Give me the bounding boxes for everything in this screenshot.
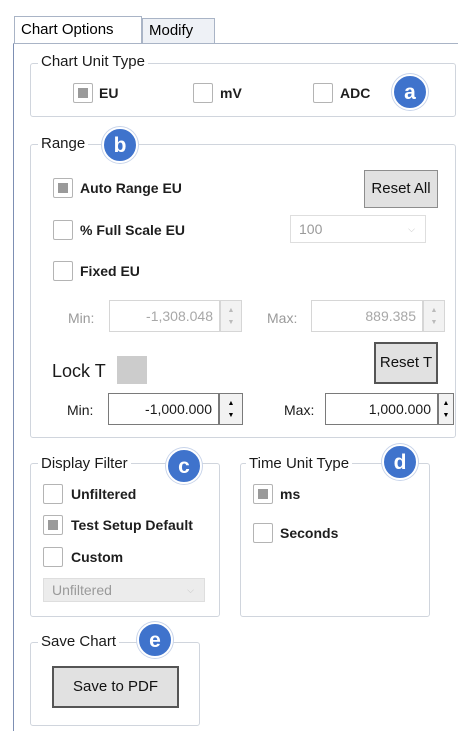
eu-min-spinner[interactable]: ▲ ▼: [220, 300, 242, 332]
time-unit-type-legend: Time Unit Type: [246, 455, 353, 473]
fixed-eu-label: Fixed EU: [80, 263, 140, 279]
tab-chart-options[interactable]: Chart Options: [14, 16, 142, 43]
full-scale-eu-checkbox[interactable]: [53, 220, 73, 240]
full-scale-eu-label: % Full Scale EU: [80, 222, 186, 238]
t-max-spinner[interactable]: ▲ ▼: [438, 393, 454, 425]
eu-label: EU: [99, 85, 119, 101]
callout-badge-b: b: [102, 127, 138, 163]
fixed-eu-checkbox[interactable]: [53, 261, 73, 281]
reset-all-button[interactable]: Reset All: [364, 170, 438, 208]
t-min-spinner[interactable]: ▲ ▼: [219, 393, 243, 425]
eu-max-spinner[interactable]: ▲ ▼: [423, 300, 445, 332]
display-filter-legend: Display Filter: [38, 455, 131, 473]
eu-min-label: Min:: [68, 310, 95, 326]
spin-down-icon: ▼: [430, 319, 438, 326]
test-setup-default-label: Test Setup Default: [71, 517, 193, 533]
auto-range-eu-label: Auto Range EU: [80, 180, 182, 196]
custom-label: Custom: [71, 549, 124, 565]
t-max-label: Max:: [284, 402, 315, 418]
mv-checkbox[interactable]: [193, 83, 213, 103]
eu-min-input[interactable]: -1,308.048: [109, 300, 220, 332]
display-filter-select-value: Unfiltered: [52, 582, 112, 598]
save-to-pdf-button[interactable]: Save to PDF: [52, 666, 179, 708]
adc-label: ADC: [340, 85, 371, 101]
seconds-checkbox[interactable]: [253, 523, 273, 543]
unfiltered-label: Unfiltered: [71, 486, 137, 502]
spin-down-icon: ▼: [227, 319, 235, 326]
callout-badge-e: e: [137, 622, 173, 658]
eu-checkbox[interactable]: [73, 83, 93, 103]
save-chart-legend: Save Chart: [38, 633, 120, 651]
full-scale-select[interactable]: 100 ⌵: [290, 215, 426, 243]
spin-up-icon: ▲: [227, 400, 235, 407]
callout-badge-d: d: [382, 444, 418, 480]
t-min-input[interactable]: -1,000.000: [108, 393, 219, 425]
seconds-label: Seconds: [280, 525, 339, 541]
test-setup-default-checkbox[interactable]: [43, 515, 63, 535]
callout-badge-a: a: [392, 74, 428, 110]
t-max-input[interactable]: 1,000.000: [325, 393, 438, 425]
tab-strip-baseline: [13, 43, 458, 44]
spin-down-icon: ▼: [227, 412, 235, 419]
lock-t-label: Lock T: [52, 361, 106, 381]
auto-range-eu-checkbox[interactable]: [53, 178, 73, 198]
reset-t-button[interactable]: Reset T: [374, 342, 438, 384]
unfiltered-checkbox[interactable]: [43, 484, 63, 504]
tab-modify[interactable]: Modify: [142, 18, 215, 43]
mv-label: mV: [220, 85, 242, 101]
lock-t-toggle[interactable]: [117, 356, 147, 384]
ms-label: ms: [280, 486, 301, 502]
spin-up-icon: ▲: [227, 307, 235, 314]
chart-unit-type-legend: Chart Unit Type: [38, 53, 148, 71]
chevron-down-icon: ⌵: [187, 585, 194, 595]
chevron-down-icon: ⌵: [408, 224, 415, 234]
range-legend: Range: [38, 135, 89, 153]
spin-up-icon: ▲: [442, 400, 450, 407]
eu-max-input[interactable]: 889.385: [311, 300, 423, 332]
callout-badge-c: c: [166, 448, 202, 484]
t-min-label: Min:: [67, 402, 94, 418]
adc-checkbox[interactable]: [313, 83, 333, 103]
spin-up-icon: ▲: [430, 307, 438, 314]
spin-down-icon: ▼: [442, 412, 450, 419]
display-filter-select[interactable]: Unfiltered ⌵: [43, 578, 205, 602]
panel-left-border: [13, 43, 14, 731]
ms-checkbox[interactable]: [253, 484, 273, 504]
custom-checkbox[interactable]: [43, 547, 63, 567]
full-scale-select-value: 100: [299, 221, 323, 237]
eu-max-label: Max:: [267, 310, 298, 326]
